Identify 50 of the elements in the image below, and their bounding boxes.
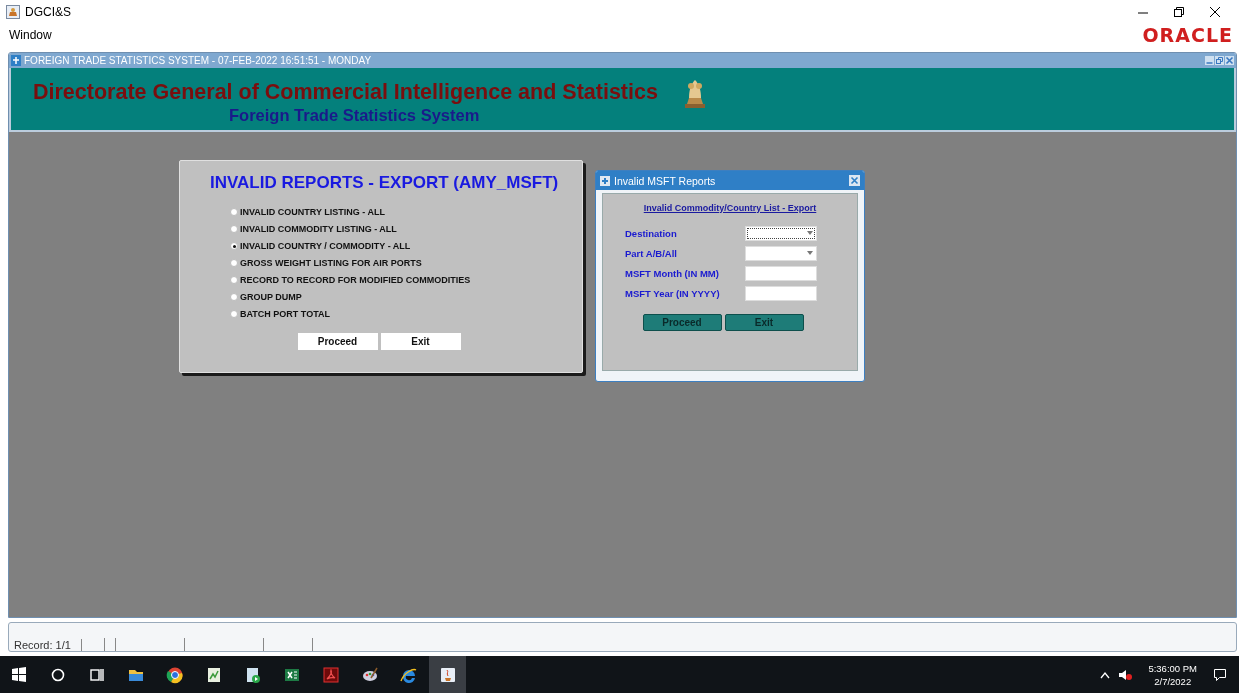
input-field[interactable] — [745, 265, 817, 281]
clock-time[interactable]: 5:36:00 PM — [1148, 661, 1197, 675]
notification-icon[interactable] — [1213, 667, 1227, 682]
browser-icon[interactable] — [165, 665, 184, 684]
radio-button[interactable] — [230, 225, 238, 233]
report-link[interactable]: Invalid Commodity/Country List - Export — [643, 203, 817, 213]
paint-palette-icon[interactable] — [360, 665, 379, 684]
app-icon — [6, 5, 20, 19]
radio-button[interactable] — [230, 259, 238, 267]
app-icon — [600, 175, 610, 186]
radio-button[interactable] — [230, 276, 238, 284]
speaker-muted-icon[interactable] — [1118, 668, 1133, 681]
option-label: GROUP DUMP — [240, 292, 302, 302]
record-indicator: Record: 1/1 — [11, 638, 82, 651]
option-label: INVALID COMMODITY LISTING - ALL — [240, 224, 397, 234]
field-label: MSFT Month (IN MM) — [625, 266, 720, 281]
form-icon — [11, 55, 21, 66]
option-label: RECORD TO RECORD FOR MODIFIED COMMODITIES — [240, 275, 471, 285]
clock-date[interactable]: 2/7/2022 — [1154, 674, 1192, 688]
option-label: INVALID COUNTRY LISTING - ALL — [240, 207, 385, 217]
restore-icon[interactable] — [1173, 6, 1185, 18]
form-window-title: FOREIGN TRADE STATISTICS SYSTEM - 07-FEB-2022 16:51:51 - MONDAY — [24, 55, 372, 66]
pdf-reader-icon[interactable] — [321, 665, 340, 684]
field-label: Destination — [625, 226, 678, 241]
system-subheading: Foreign Trade Statistics System — [229, 106, 481, 125]
dropdown-field[interactable] — [745, 245, 817, 261]
input-field[interactable] — [745, 285, 817, 301]
close-icon[interactable] — [1209, 6, 1221, 18]
exit-button[interactable]: Exit — [380, 333, 461, 350]
radio-button[interactable] — [230, 242, 238, 250]
field-label: Part A/B/All — [625, 246, 678, 261]
radio-button[interactable] — [230, 310, 238, 318]
dropdown-field[interactable] — [745, 225, 817, 241]
windows-icon[interactable] — [9, 665, 28, 684]
field-label: MSFT Year (IN YYYY) — [625, 286, 721, 301]
dialog-title: Invalid MSFT Reports — [614, 174, 716, 187]
window-title: DGCI&S — [25, 5, 71, 19]
radio-button[interactable] — [230, 293, 238, 301]
caret-icon — [806, 250, 814, 256]
brand-logo: ORACLE — [1142, 24, 1234, 46]
panel-title: INVALID REPORTS - EXPORT (AMY_MSFT) — [210, 173, 559, 193]
caret-icon — [806, 230, 814, 236]
organization-heading: Directorate General of Commercial Intelligence and Statistics — [33, 80, 658, 105]
option-label: GROSS WEIGHT LISTING FOR AIR PORTS — [240, 258, 422, 268]
radio-button[interactable] — [230, 208, 238, 216]
chevron-up-icon[interactable] — [1100, 670, 1111, 679]
proceed-button[interactable]: Proceed — [297, 333, 378, 350]
option-label: INVALID COUNTRY / COMMODITY - ALL — [240, 241, 411, 251]
option-label: BATCH PORT TOTAL — [240, 309, 330, 319]
menu-item[interactable]: Window — [6, 27, 55, 43]
